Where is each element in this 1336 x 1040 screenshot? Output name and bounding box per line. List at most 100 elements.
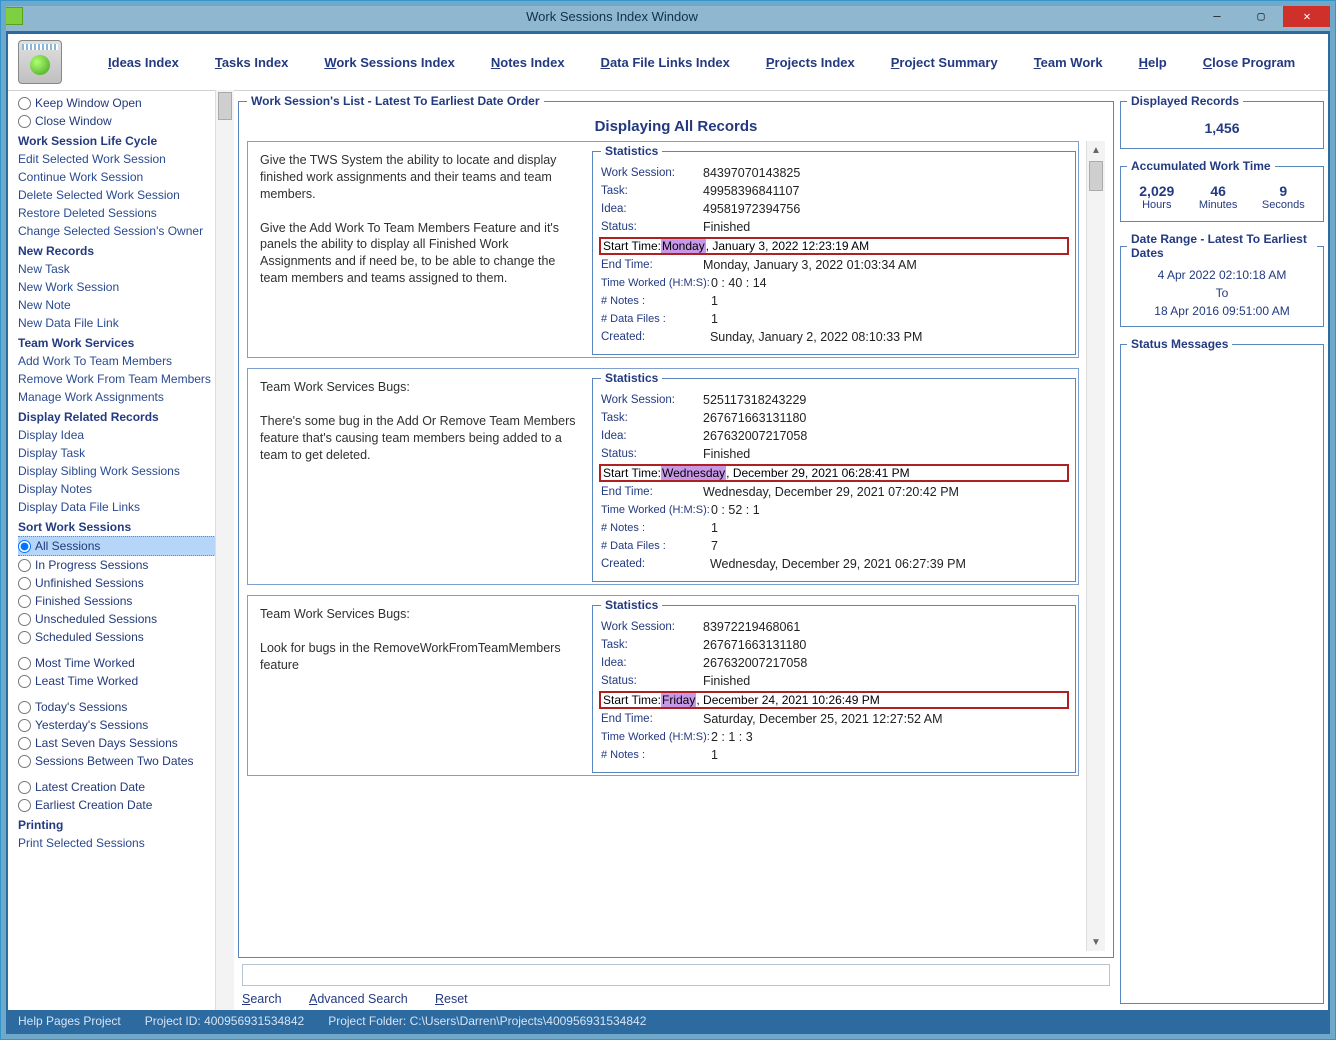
sort-option[interactable]: Most Time Worked (18, 654, 234, 672)
app-icon (5, 7, 23, 25)
sidebar-link[interactable]: Print Selected Sessions (18, 834, 234, 852)
notes-count: 1 (703, 294, 718, 308)
sort-option[interactable]: All Sessions (18, 536, 234, 556)
sidebar-link[interactable]: Add Work To Team Members (18, 352, 234, 370)
sort-option[interactable]: Latest Creation Date (18, 778, 234, 796)
records-list: Give the TWS System the ability to locat… (247, 141, 1105, 951)
sidebar-link[interactable]: Delete Selected Work Session (18, 186, 234, 204)
menu-work-sessions-index[interactable]: Work Sessions Index (324, 55, 455, 70)
status-value: Finished (703, 447, 750, 461)
work-session-id: 525117318243229 (703, 393, 806, 407)
menu-data-file-links-index[interactable]: Data File Links Index (601, 55, 730, 70)
sort-option[interactable]: Today's Sessions (18, 698, 234, 716)
menu-help[interactable]: Help (1139, 55, 1167, 70)
sidebar-scrollbar[interactable] (215, 90, 234, 1010)
app-logo-icon (18, 40, 62, 84)
minimize-button[interactable]: — (1195, 6, 1239, 26)
status-project-folder: Project Folder: C:\Users\Darren\Projects… (328, 1014, 646, 1028)
sidebar-link[interactable]: New Data File Link (18, 314, 234, 332)
session-description: Team Work Services Bugs:Look for bugs in… (248, 596, 592, 775)
menubar: Ideas Index Tasks Index Work Sessions In… (8, 34, 1328, 91)
menu-close-program[interactable]: Close Program (1203, 55, 1295, 70)
reset-link[interactable]: Reset (435, 992, 468, 1006)
idea-id: 267632007217058 (703, 429, 807, 443)
sidebar-link[interactable]: Edit Selected Work Session (18, 150, 234, 168)
sort-option[interactable]: Sessions Between Two Dates (18, 752, 234, 770)
advanced-search-link[interactable]: Advanced Search (309, 992, 408, 1006)
scroll-up-icon[interactable]: ▲ (1087, 141, 1105, 159)
status-project-id: Project ID: 400956931534842 (145, 1014, 304, 1028)
heading-new-records: New Records (18, 240, 234, 260)
statusbar: Help Pages Project Project ID: 400956931… (8, 1010, 1328, 1032)
date-range-to-label: To (1127, 284, 1317, 302)
sidebar-link[interactable]: Manage Work Assignments (18, 388, 234, 406)
sidebar-link[interactable]: New Note (18, 296, 234, 314)
records-scrollbar[interactable]: ▲ ▼ (1086, 141, 1105, 951)
heading-display-related: Display Related Records (18, 406, 234, 426)
notes-count: 1 (703, 748, 718, 762)
search-link[interactable]: Search (242, 992, 282, 1006)
sort-option[interactable]: Finished Sessions (18, 592, 234, 610)
heading-printing: Printing (18, 814, 234, 834)
acc-hours: 2,029 (1139, 183, 1174, 199)
task-id: 267671663131180 (703, 638, 806, 652)
session-card[interactable]: Give the TWS System the ability to locat… (247, 141, 1079, 358)
menu-projects-index[interactable]: Projects Index (766, 55, 855, 70)
status-value: Finished (703, 220, 750, 234)
sidebar-link[interactable]: Change Selected Session's Owner (18, 222, 234, 240)
sidebar-link[interactable]: Remove Work From Team Members (18, 370, 234, 388)
status-project-name: Help Pages Project (18, 1014, 121, 1028)
time-worked: 0 : 52 : 1 (703, 503, 760, 517)
sidebar: Keep Window Open Close Window Work Sessi… (8, 90, 234, 1010)
time-worked: 0 : 40 : 14 (703, 276, 767, 290)
sidebar-link[interactable]: New Work Session (18, 278, 234, 296)
session-card[interactable]: Team Work Services Bugs:There's some bug… (247, 368, 1079, 585)
start-time-row: Start Time:Monday, January 3, 2022 12:23… (599, 237, 1069, 255)
sort-option[interactable]: Scheduled Sessions (18, 628, 234, 646)
session-description: Give the TWS System the ability to locat… (248, 142, 592, 357)
sidebar-link[interactable]: Display Notes (18, 480, 234, 498)
displayed-records-value: 1,456 (1127, 114, 1317, 142)
sort-option[interactable]: Unscheduled Sessions (18, 610, 234, 628)
acc-seconds: 9 (1262, 183, 1305, 199)
window-title: Work Sessions Index Window (29, 9, 1195, 24)
end-time: Wednesday, December 29, 2021 07:20:42 PM (703, 485, 959, 499)
opt-close-window[interactable]: Close Window (18, 112, 234, 130)
scroll-down-icon[interactable]: ▼ (1087, 933, 1105, 951)
heading-team-work-services: Team Work Services (18, 332, 234, 352)
task-id: 267671663131180 (703, 411, 806, 425)
accumulated-time-legend: Accumulated Work Time (1127, 159, 1275, 173)
session-card[interactable]: Team Work Services Bugs:Look for bugs in… (247, 595, 1079, 776)
sidebar-link[interactable]: New Task (18, 260, 234, 278)
close-button[interactable]: ✕ (1283, 5, 1331, 27)
opt-keep-window-open[interactable]: Keep Window Open (18, 94, 234, 112)
date-range-legend: Date Range - Latest To Earliest Dates (1127, 232, 1317, 260)
sort-option[interactable]: In Progress Sessions (18, 556, 234, 574)
sidebar-link[interactable]: Display Data File Links (18, 498, 234, 516)
sidebar-link[interactable]: Display Sibling Work Sessions (18, 462, 234, 480)
datafiles-count: 7 (703, 539, 718, 553)
date-range-to: 18 Apr 2016 09:51:00 AM (1127, 302, 1317, 320)
menu-ideas-index[interactable]: Ideas Index (108, 55, 179, 70)
idea-id: 49581972394756 (703, 202, 800, 216)
work-session-id: 83972219468061 (703, 620, 800, 634)
sort-option[interactable]: Earliest Creation Date (18, 796, 234, 814)
start-time-row: Start Time:Friday, December 24, 2021 10:… (599, 691, 1069, 709)
search-input[interactable] (242, 964, 1110, 986)
list-legend: Work Session's List - Latest To Earliest… (247, 94, 544, 108)
menu-team-work[interactable]: Team Work (1034, 55, 1103, 70)
menu-project-summary[interactable]: Project Summary (891, 55, 998, 70)
sidebar-link[interactable]: Restore Deleted Sessions (18, 204, 234, 222)
sort-option[interactable]: Least Time Worked (18, 672, 234, 690)
maximize-button[interactable]: ▢ (1239, 6, 1283, 26)
sidebar-link[interactable]: Continue Work Session (18, 168, 234, 186)
sidebar-link[interactable]: Display Task (18, 444, 234, 462)
sidebar-link[interactable]: Display Idea (18, 426, 234, 444)
heading-sort: Sort Work Sessions (18, 516, 234, 536)
sort-option[interactable]: Unfinished Sessions (18, 574, 234, 592)
sort-option[interactable]: Last Seven Days Sessions (18, 734, 234, 752)
idea-id: 267632007217058 (703, 656, 807, 670)
sort-option[interactable]: Yesterday's Sessions (18, 716, 234, 734)
menu-notes-index[interactable]: Notes Index (491, 55, 565, 70)
menu-tasks-index[interactable]: Tasks Index (215, 55, 288, 70)
